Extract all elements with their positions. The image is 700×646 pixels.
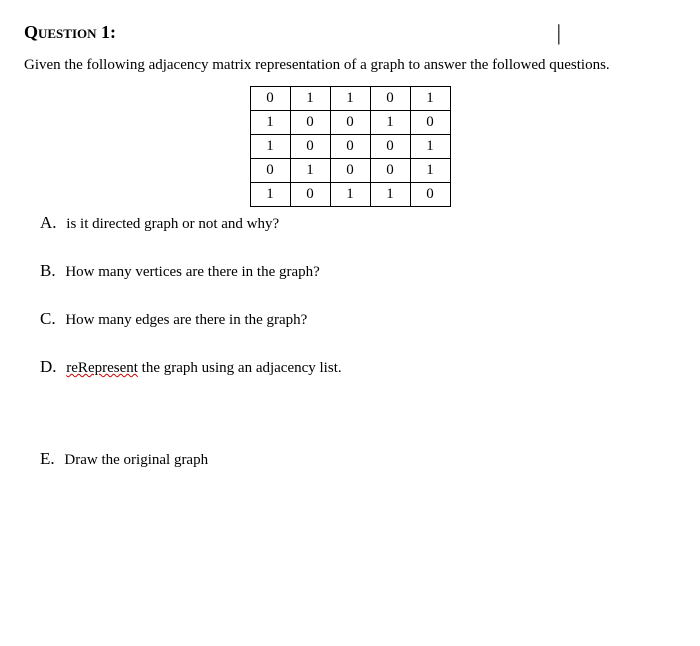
part-text-d-rest: the graph using an adjacency list. [138,360,342,376]
part-c: C. How many edges are there in the graph… [24,309,676,329]
table-row: 1 0 1 1 0 [250,183,450,207]
matrix-cell: 0 [410,111,450,135]
matrix-cell: 0 [330,159,370,183]
table-row: 0 1 1 0 1 [250,87,450,111]
table-row: 1 0 0 1 0 [250,111,450,135]
matrix-cell: 1 [410,87,450,111]
matrix-cell: 0 [370,159,410,183]
table-row: 0 1 0 0 1 [250,159,450,183]
part-label-d: D. [40,357,57,376]
text-cursor: | [557,20,561,46]
matrix-cell: 0 [250,159,290,183]
spellcheck-word: reRepresent [66,360,138,376]
part-a: A. is it directed graph or not and why? [24,213,676,233]
matrix-cell: 0 [290,111,330,135]
matrix-cell: 0 [410,183,450,207]
matrix-cell: 0 [330,111,370,135]
part-text-b: How many vertices are there in the graph… [65,264,319,280]
matrix-cell: 1 [250,183,290,207]
part-label-e: E. [40,449,55,468]
matrix-cell: 1 [250,111,290,135]
part-text-a: is it directed graph or not and why? [66,216,279,232]
matrix-cell: 1 [290,159,330,183]
matrix-cell: 1 [410,159,450,183]
part-label-b: B. [40,261,56,280]
part-label-a: A. [40,213,57,232]
matrix-cell: 1 [410,135,450,159]
matrix-container: 0 1 1 0 1 1 0 0 1 0 1 0 0 0 1 0 1 0 0 1 [24,86,676,207]
matrix-cell: 1 [330,183,370,207]
matrix-cell: 1 [330,87,370,111]
matrix-cell: 0 [250,87,290,111]
part-label-c: C. [40,309,56,328]
table-row: 1 0 0 0 1 [250,135,450,159]
part-text-c: How many edges are there in the graph? [65,312,307,328]
matrix-cell: 1 [250,135,290,159]
matrix-cell: 0 [290,135,330,159]
matrix-cell: 0 [290,183,330,207]
question-title: Question 1: [24,22,676,43]
intro-text: Given the following adjacency matrix rep… [24,57,676,74]
part-e: E. Draw the original graph [24,449,676,469]
matrix-cell: 0 [330,135,370,159]
matrix-cell: 1 [370,111,410,135]
adjacency-matrix: 0 1 1 0 1 1 0 0 1 0 1 0 0 0 1 0 1 0 0 1 [250,86,451,207]
part-text-e: Draw the original graph [64,452,208,468]
part-d: D. reRepresent the graph using an adjace… [24,357,676,377]
matrix-cell: 0 [370,87,410,111]
matrix-cell: 1 [290,87,330,111]
matrix-cell: 0 [370,135,410,159]
matrix-cell: 1 [370,183,410,207]
part-b: B. How many vertices are there in the gr… [24,261,676,281]
